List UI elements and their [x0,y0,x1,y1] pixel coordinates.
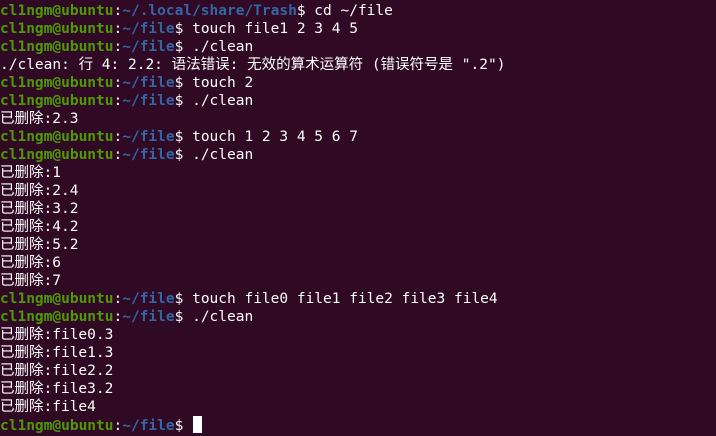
prompt-path: ~/file [122,75,175,91]
output-line: ./clean: 行 4: 2.2: 语法错误: 无效的算术运算符 (错误符号是… [0,56,716,74]
output-text: ./clean: 行 4: 2.2: 语法错误: 无效的算术运算符 (错误符号是… [0,57,506,73]
prompt-user-host: cl1ngm@ubuntu [0,21,114,37]
prompt-separator: : [113,39,123,55]
terminal-output[interactable]: cl1ngm@ubuntu:~/.local/share/Trash$ cd ~… [0,2,716,434]
prompt-separator: : [113,309,123,325]
output-text: 已删除:file1.3 [0,345,114,361]
prompt-user-host: cl1ngm@ubuntu [0,129,114,145]
command-text: touch 1 2 3 4 5 6 7 [183,129,358,145]
prompt-line: cl1ngm@ubuntu:~/file$ touch 1 2 3 4 5 6 … [0,128,716,146]
output-text: 已删除:file0.3 [0,327,114,343]
output-line: 已删除:file1.3 [0,344,716,362]
output-line: 已删除:7 [0,272,716,290]
output-line: 已删除:5.2 [0,236,716,254]
output-line: 已删除:file0.3 [0,326,716,344]
text-cursor[interactable] [193,416,203,433]
command-text: ./clean [183,39,254,55]
prompt-user-host: cl1ngm@ubuntu [0,3,114,19]
prompt-line: cl1ngm@ubuntu:~/file$ ./clean [0,92,716,110]
output-text: 已删除:file2.2 [0,363,114,379]
prompt-line: cl1ngm@ubuntu:~/file$ [0,416,716,434]
prompt-path: ~/file [122,129,175,145]
output-line: 已删除:file2.2 [0,362,716,380]
command-text: touch file1 2 3 4 5 [183,21,358,37]
output-line: 已删除:2.3 [0,110,716,128]
prompt-separator: : [113,291,123,307]
prompt-separator: : [113,93,123,109]
prompt-line: cl1ngm@ubuntu:~/file$ ./clean [0,308,716,326]
prompt-user-host: cl1ngm@ubuntu [0,147,114,163]
output-text: 已删除:1 [0,165,61,181]
prompt-path: ~/file [122,93,175,109]
prompt-path: ~/file [122,309,175,325]
prompt-line: cl1ngm@ubuntu:~/file$ touch file0 file1 … [0,290,716,308]
prompt-path: ~/file [122,39,175,55]
output-text: 已删除:4.2 [0,219,79,235]
prompt-separator: : [113,3,123,19]
command-text [183,418,192,434]
command-text: touch 2 [183,75,254,91]
terminal-window[interactable]: cl1ngm@ubuntu:~/.local/share/Trash$ cd ~… [0,0,716,436]
command-text: ./clean [183,309,254,325]
command-text: ./clean [183,147,254,163]
prompt-path: ~/.local/share/Trash [122,3,297,19]
output-text: 已删除:3.2 [0,201,79,217]
prompt-separator: : [113,75,123,91]
output-text: 已删除:2.3 [0,111,79,127]
output-line: 已删除:6 [0,254,716,272]
prompt-user-host: cl1ngm@ubuntu [0,93,114,109]
prompt-path: ~/file [122,418,175,434]
prompt-line: cl1ngm@ubuntu:~/.local/share/Trash$ cd ~… [0,2,716,20]
prompt-separator: : [113,129,123,145]
prompt-separator: : [113,418,123,434]
output-text: 已删除:6 [0,255,61,271]
output-line: 已删除:3.2 [0,200,716,218]
prompt-user-host: cl1ngm@ubuntu [0,39,114,55]
prompt-separator: : [113,147,123,163]
prompt-line: cl1ngm@ubuntu:~/file$ touch file1 2 3 4 … [0,20,716,38]
output-text: 已删除:5.2 [0,237,79,253]
command-text: cd ~/file [305,3,393,19]
prompt-symbol: $ [296,3,306,19]
prompt-user-host: cl1ngm@ubuntu [0,309,114,325]
command-text: ./clean [183,93,254,109]
output-text: 已删除:file4 [0,399,96,415]
output-line: 已删除:2.4 [0,182,716,200]
prompt-path: ~/file [122,147,175,163]
prompt-line: cl1ngm@ubuntu:~/file$ touch 2 [0,74,716,92]
prompt-user-host: cl1ngm@ubuntu [0,291,114,307]
prompt-separator: : [113,21,123,37]
prompt-line: cl1ngm@ubuntu:~/file$ ./clean [0,146,716,164]
output-line: 已删除:file4 [0,398,716,416]
prompt-user-host: cl1ngm@ubuntu [0,75,114,91]
prompt-line: cl1ngm@ubuntu:~/file$ ./clean [0,38,716,56]
prompt-user-host: cl1ngm@ubuntu [0,418,114,434]
output-line: 已删除:4.2 [0,218,716,236]
output-text: 已删除:7 [0,273,61,289]
output-text: 已删除:file3.2 [0,381,114,397]
prompt-path: ~/file [122,291,175,307]
prompt-path: ~/file [122,21,175,37]
command-text: touch file0 file1 file2 file3 file4 [183,291,498,307]
output-line: 已删除:file3.2 [0,380,716,398]
output-text: 已删除:2.4 [0,183,79,199]
output-line: 已删除:1 [0,164,716,182]
